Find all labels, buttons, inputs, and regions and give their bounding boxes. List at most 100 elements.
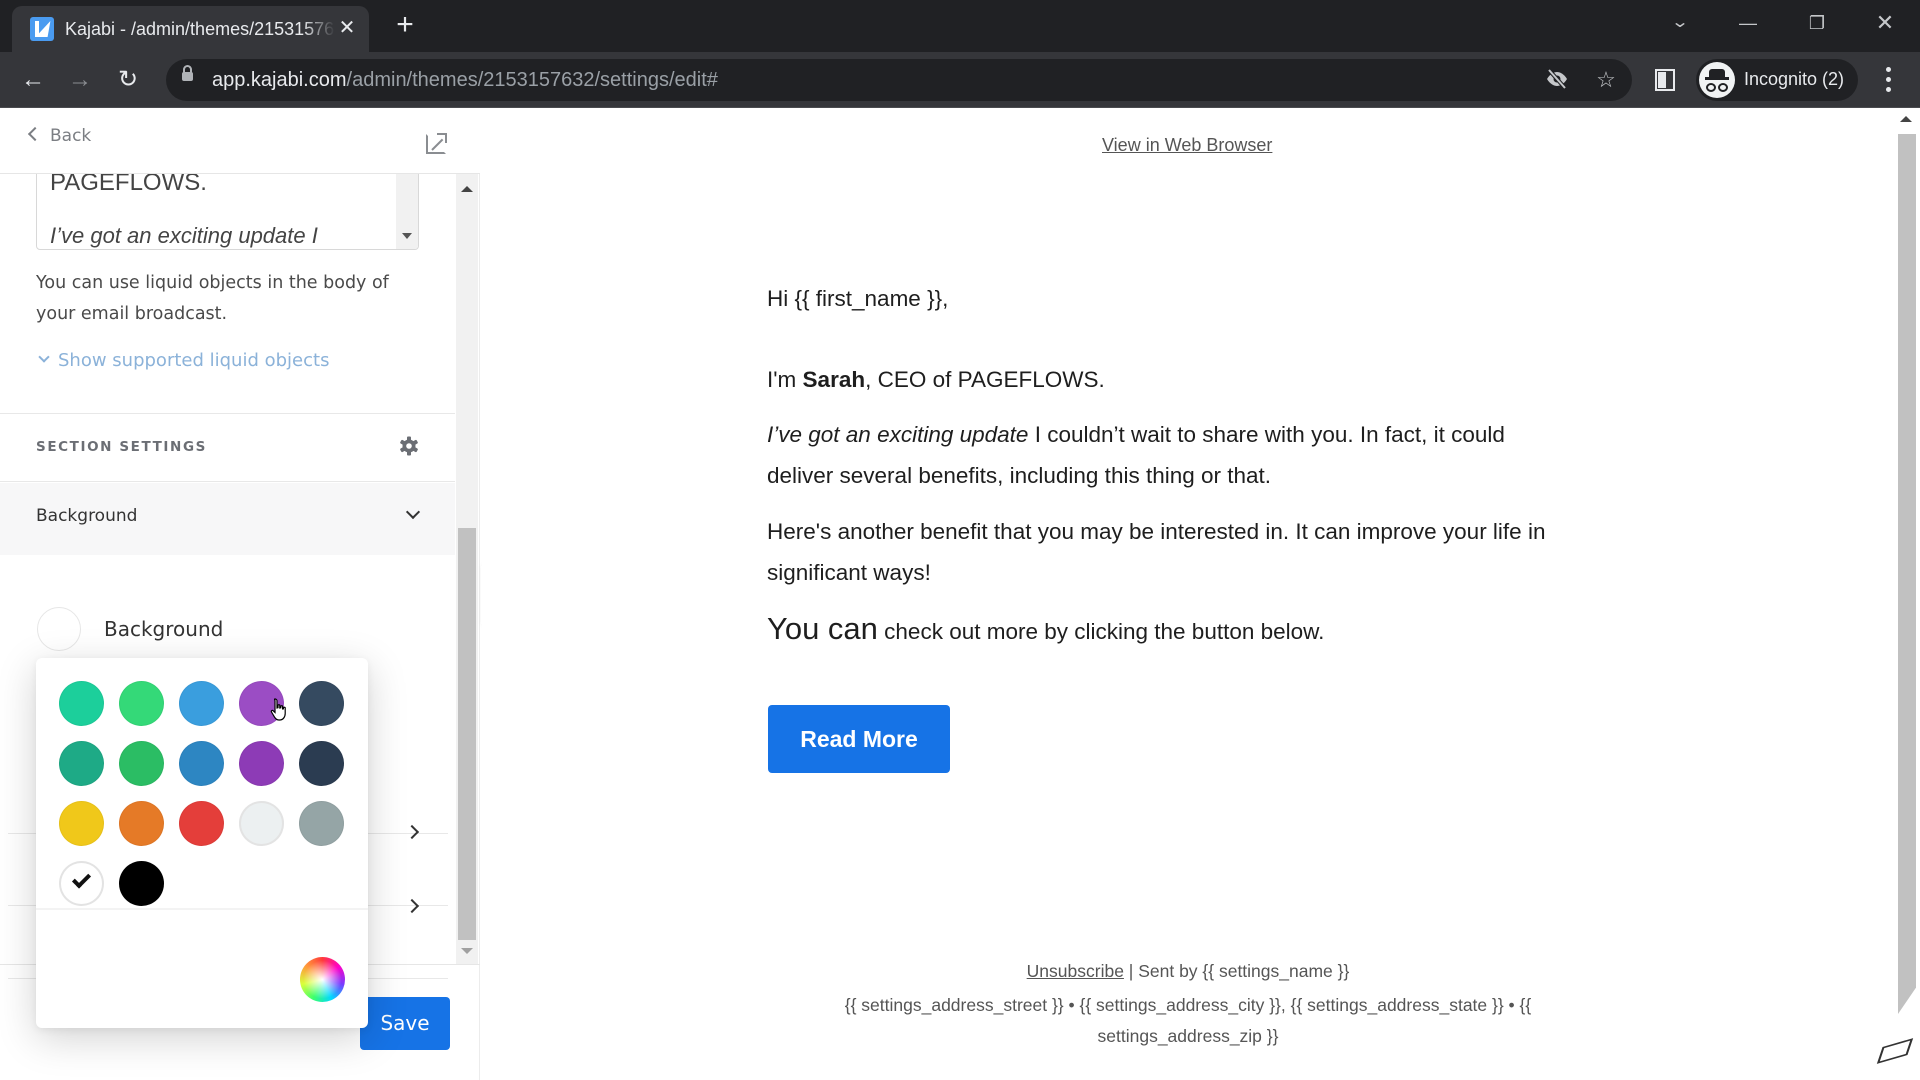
tab-title: Kajabi - /admin/themes/2153157632/settin… [65,19,335,39]
email-footer: Unsubscribe | Sent by {{ settings_name }… [482,956,1894,1052]
footer-address: settings_address_zip }} [1097,1026,1279,1046]
browser-toolbar: ← → ↻ app.kajabi.com/admin/themes/215315… [0,52,1920,108]
color-swatch-peter-river[interactable] [179,681,224,726]
view-in-web-browser-link[interactable]: View in Web Browser [1102,135,1272,156]
divider [36,908,368,910]
intro-text: , CEO of PAGEFLOWS. [865,367,1105,392]
scroll-up-arrow-icon[interactable] [461,186,473,192]
address-bar[interactable]: app.kajabi.com/admin/themes/2153157632/s… [166,59,1632,101]
page-scrollbar[interactable] [1895,108,1917,1048]
color-swatch-white[interactable] [59,861,104,906]
email-paragraph: Here's another benefit that you may be i… [767,511,1545,593]
browser-tab[interactable]: Kajabi - /admin/themes/2153157632/settin… [12,6,369,52]
color-swatch-sunflower[interactable] [59,801,104,846]
email-paragraph: You can check out more by clicking the b… [767,608,1324,652]
show-liquid-objects-link[interactable]: Show supported liquid objects [38,350,330,371]
reload-icon[interactable]: ↻ [111,63,145,97]
save-button[interactable]: Save [360,997,450,1050]
tab-search-chevron-icon[interactable]: ⌄ [1652,8,1708,38]
footer-address: {{ settings_address_street }} • {{ setti… [844,995,1532,1015]
forward-arrow-icon[interactable]: → [63,63,97,97]
checkmark-icon [71,869,92,889]
background-color-field: Background [0,555,455,675]
scroll-up-arrow-icon[interactable] [1900,116,1912,122]
liquid-help-text: You can use liquid objects in the body o… [36,273,389,324]
scroll-down-arrow-icon[interactable] [461,948,473,954]
paragraph-text: check out more by clicking the button be… [877,619,1325,644]
footer-line: Unsubscribe | Sent by {{ settings_name }… [482,956,1894,987]
background-color-label: Background [104,617,224,641]
back-link[interactable]: Back [27,126,92,146]
email-paragraph: I’ve got an exciting update I couldn’t w… [767,414,1505,496]
side-panel-icon[interactable] [1655,69,1675,91]
color-swatch-concrete[interactable] [299,801,344,846]
color-picker-popover [36,658,368,1028]
intro-name: Sarah [802,367,866,392]
chevron-right-icon[interactable] [404,824,420,840]
chevron-down-icon [405,504,421,520]
show-liquid-objects-label: Show supported liquid objects [58,350,330,371]
browser-menu-icon[interactable] [1876,64,1900,96]
chevron-down-icon [38,351,50,363]
color-swatch-nephritis[interactable] [119,741,164,786]
paragraph-text: significant ways! [767,560,931,585]
minimize-button[interactable]: — [1728,8,1768,38]
unsubscribe-link[interactable]: Unsubscribe [1027,961,1124,981]
pointer-hand-cursor-icon [270,698,286,721]
editor-line: I’ve got an exciting update I [50,223,318,248]
gear-icon[interactable] [399,436,419,456]
lock-icon[interactable] [182,65,193,81]
incognito-label: Incognito (2) [1744,69,1845,89]
editor-line: PAGEFLOWS. [50,174,207,196]
browser-tab-strip: Kajabi - /admin/themes/2153157632/settin… [0,0,1920,52]
color-swatch-carrot[interactable] [119,801,164,846]
bookmark-star-icon[interactable]: ☆ [1593,67,1619,93]
large-text: You can [767,611,878,646]
scrollbar-thumb[interactable] [458,528,476,940]
incognito-profile-button[interactable]: Incognito (2) [1696,59,1858,101]
back-arrow-icon[interactable]: ← [16,63,50,97]
new-tab-button[interactable]: + [390,10,420,41]
color-swatch-emerald[interactable] [119,681,164,726]
back-label: Back [50,126,92,146]
color-swatch-wisteria[interactable] [239,741,284,786]
color-swatch-wet-asphalt[interactable] [299,681,344,726]
tracking-protection-eye-slash-icon[interactable] [1544,67,1570,93]
email-intro: I'm Sarah, CEO of PAGEFLOWS. [767,359,1105,400]
color-swatch-midnight-blue[interactable] [299,741,344,786]
custom-color-wheel-icon[interactable] [300,957,345,1002]
background-color-swatch[interactable] [37,607,81,651]
paragraph-text: deliver several benefits, including this… [767,463,1272,488]
close-tab-icon[interactable]: ✕ [335,15,359,41]
email-body-editor[interactable]: PAGEFLOWS. I’ve got an exciting update I [36,174,419,250]
url-path: /admin/themes/2153157632/settings/edit# [346,69,718,91]
sidebar-header: Back [0,108,480,174]
editor-scrollbar[interactable] [396,174,418,249]
sent-by-text: | Sent by {{ settings_name }} [1123,961,1350,981]
email-preview: View in Web Browser Hi {{ first_name }},… [482,108,1894,1080]
background-accordion[interactable]: Background [0,483,455,555]
url-text[interactable]: app.kajabi.com/admin/themes/2153157632/s… [212,69,718,92]
color-swatch-green-sea[interactable] [59,741,104,786]
kajabi-favicon-icon [30,17,54,41]
color-swatch-turquoise[interactable] [59,681,104,726]
restore-button[interactable]: ❐ [1797,8,1837,38]
intro-text: I'm [767,367,803,392]
email-greeting: Hi {{ first_name }}, [767,286,949,311]
scrollbar-thumb[interactable] [1898,134,1916,1014]
paragraph-text: I couldn’t wait to share with you. In fa… [1028,422,1505,447]
close-window-button[interactable]: ✕ [1865,8,1905,38]
external-link-icon[interactable] [426,133,447,154]
read-more-button[interactable]: Read More [768,705,950,773]
emphasis-text: I’ve got an exciting update [767,422,1029,447]
section-settings-label: SECTION SETTINGS [36,439,207,455]
color-swatch-belize-hole[interactable] [179,741,224,786]
color-swatch-black[interactable] [119,861,164,906]
color-swatch-alizarin[interactable] [179,801,224,846]
sidebar-scrollbar[interactable] [456,174,478,964]
paragraph-text: Here's another benefit that you may be i… [767,519,1546,544]
chevron-left-icon [27,126,43,142]
url-host: app.kajabi.com [212,69,347,91]
chevron-right-icon[interactable] [404,898,420,914]
color-swatch-clouds[interactable] [239,801,284,846]
